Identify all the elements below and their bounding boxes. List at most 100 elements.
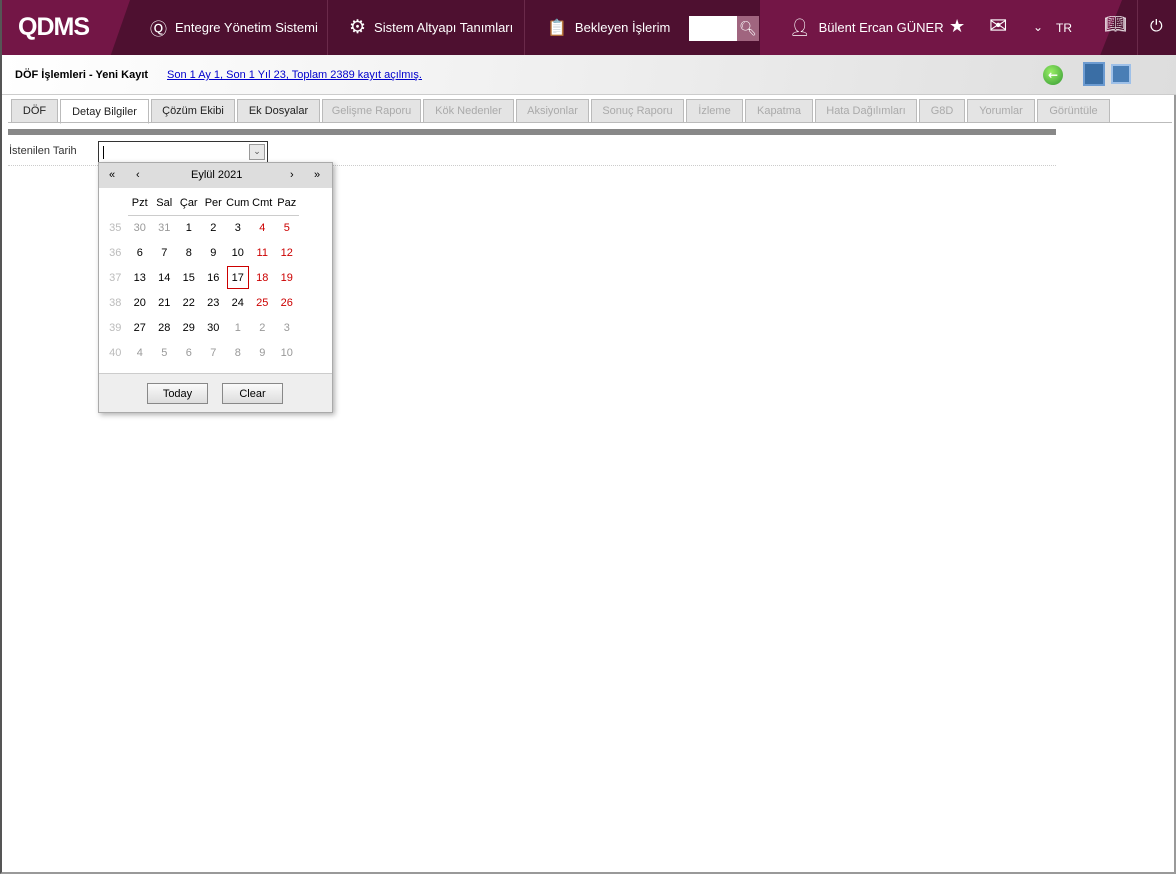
calendar-day[interactable]: 25 xyxy=(250,290,275,315)
record-stats-link[interactable]: Son 1 Ay 1, Son 1 Yıl 23, Toplam 2389 ka… xyxy=(167,69,422,81)
calendar-day[interactable]: 9 xyxy=(250,340,275,365)
save-all-icon[interactable] xyxy=(1083,62,1105,86)
tab-13[interactable]: Görüntüle xyxy=(1037,99,1110,123)
section-bar xyxy=(8,129,1056,135)
calendar-day[interactable]: 27 xyxy=(128,315,153,340)
calendar-day[interactable]: 8 xyxy=(226,340,251,365)
calendar-day[interactable]: 7 xyxy=(201,340,226,365)
mail-icon[interactable]: ✉ xyxy=(989,14,1007,39)
calendar-day[interactable]: 3 xyxy=(275,315,300,340)
language-selector[interactable]: TR xyxy=(1056,0,1072,55)
manual-icon[interactable]: 📖︎ xyxy=(1104,14,1127,35)
tab-8[interactable]: İzleme xyxy=(686,99,743,123)
clear-button[interactable]: Clear xyxy=(222,383,283,404)
calendar-day[interactable]: 30 xyxy=(201,315,226,340)
month-title[interactable]: Eylül 2021 xyxy=(191,169,242,181)
tab-12[interactable]: Yorumlar xyxy=(967,99,1035,123)
prev-year-button[interactable]: « xyxy=(109,169,115,181)
tab-2[interactable]: Çözüm Ekibi xyxy=(151,99,235,123)
power-icon[interactable]: ⏻ xyxy=(1150,16,1163,36)
calendar-day[interactable]: 13 xyxy=(128,265,153,290)
nav-sistem[interactable]: ⚙ Sistem Altyapı Tanımları xyxy=(349,0,513,55)
tab-9[interactable]: Kapatma xyxy=(745,99,813,123)
week-number: 35 xyxy=(109,221,122,234)
calendar-day[interactable]: 2 xyxy=(201,215,226,240)
dropdown-button[interactable]: ⌄ xyxy=(249,144,265,160)
calendar-day[interactable]: 20 xyxy=(128,290,153,315)
tab-6[interactable]: Aksiyonlar xyxy=(516,99,589,123)
calendar-day[interactable]: 31 xyxy=(152,215,177,240)
search-button[interactable]: 🔍︎ xyxy=(737,16,759,41)
calendar-day[interactable]: 1 xyxy=(226,315,251,340)
calendar-day[interactable]: 21 xyxy=(152,290,177,315)
today-button[interactable]: Today xyxy=(147,383,208,404)
calendar-day[interactable]: 26 xyxy=(275,290,300,315)
calendar-day[interactable]: 9 xyxy=(201,240,226,265)
qdms-logo[interactable]: QDMS xyxy=(18,13,90,42)
tab-3[interactable]: Ek Dosyalar xyxy=(237,99,320,123)
tab-0[interactable]: DÖF xyxy=(11,99,58,123)
calendar-day[interactable]: 1 xyxy=(177,215,202,240)
next-year-button[interactable]: » xyxy=(314,169,320,181)
calendar-day[interactable]: 10 xyxy=(275,340,300,365)
calendar-day[interactable]: 6 xyxy=(128,240,153,265)
calendar-week: 38 20 21 22 23 24 25 26 xyxy=(103,290,299,315)
week-number: 38 xyxy=(109,296,122,309)
back-icon[interactable]: ← xyxy=(1043,65,1063,85)
calendar-week: 39 27 28 29 30 1 2 3 xyxy=(103,315,299,340)
nav-entegre[interactable]: Ⓠ Entegre Yönetim Sistemi xyxy=(150,0,318,55)
tab-10[interactable]: Hata Dağılımları xyxy=(815,99,917,123)
tab-4[interactable]: Gelişme Raporu xyxy=(322,99,421,123)
user-icon: 👤︎ xyxy=(789,17,811,37)
clipboard-icon: 📋 xyxy=(547,19,567,37)
calendar-day[interactable]: 11 xyxy=(250,240,275,265)
tab-5[interactable]: Kök Nedenler xyxy=(423,99,514,123)
requested-date-input[interactable]: ⌄ xyxy=(98,141,268,163)
calendar-day[interactable]: 23 xyxy=(201,290,226,315)
calendar-day[interactable]: 4 xyxy=(128,340,153,365)
calendar-day[interactable]: 19 xyxy=(275,265,300,290)
calendar-week: 35 30 31 1 2 3 4 5 xyxy=(103,215,299,240)
calendar-day[interactable]: 5 xyxy=(275,215,300,240)
calendar-day[interactable]: 14 xyxy=(152,265,177,290)
weekday-header: Per xyxy=(201,191,226,216)
requested-date-label: İstenilen Tarih xyxy=(9,145,77,157)
tab-1[interactable]: Detay Bilgiler xyxy=(60,99,149,124)
tab-7[interactable]: Sonuç Raporu xyxy=(591,99,684,123)
calendar-day[interactable]: 6 xyxy=(177,340,202,365)
calendar-day[interactable]: 16 xyxy=(201,265,226,290)
weekday-header: Pzt xyxy=(127,191,152,216)
tab-11[interactable]: G8D xyxy=(919,99,965,123)
star-icon[interactable]: ★ xyxy=(949,16,965,37)
calendar-day[interactable]: 5 xyxy=(152,340,177,365)
user-menu[interactable]: 👤︎ Bülent Ercan GÜNER xyxy=(789,0,944,55)
calendar-footer: Today Clear xyxy=(99,373,332,412)
gear-icon: ⚙ xyxy=(349,17,367,38)
divider xyxy=(327,0,328,55)
prev-month-button[interactable]: ‹ xyxy=(136,169,140,181)
calendar-day[interactable]: 15 xyxy=(177,265,202,290)
calendar-week: 36 6 7 8 9 10 11 12 xyxy=(103,240,299,265)
calendar-day[interactable]: 10 xyxy=(226,240,251,265)
chevron-down-icon[interactable]: ⌄ xyxy=(1033,20,1043,34)
calendar-day[interactable]: 4 xyxy=(250,215,275,240)
calendar-day[interactable]: 17 xyxy=(226,265,251,290)
calendar-day[interactable]: 8 xyxy=(177,240,202,265)
calendar-day[interactable]: 12 xyxy=(275,240,300,265)
calendar-header: « ‹ Eylül 2021 › » xyxy=(99,163,332,188)
next-month-button[interactable]: › xyxy=(290,169,294,181)
calendar-day[interactable]: 28 xyxy=(152,315,177,340)
calendar-day[interactable]: 22 xyxy=(177,290,202,315)
calendar-day[interactable]: 18 xyxy=(250,265,275,290)
calendar-day[interactable]: 30 xyxy=(128,215,153,240)
calendar-day[interactable]: 7 xyxy=(152,240,177,265)
search-input[interactable] xyxy=(689,16,737,41)
date-picker: « ‹ Eylül 2021 › » Pzt Sal Çar Per Cum Cmt Paz… xyxy=(98,162,333,413)
calendar-day[interactable]: 3 xyxy=(226,215,251,240)
calendar-day[interactable]: 29 xyxy=(177,315,202,340)
save-icon[interactable] xyxy=(1111,64,1131,84)
calendar-day[interactable]: 24 xyxy=(226,290,251,315)
calendar-day[interactable]: 2 xyxy=(250,315,275,340)
week-number: 40 xyxy=(109,346,122,359)
nav-bekleyen[interactable]: 📋 Bekleyen İşlerim xyxy=(547,0,670,55)
